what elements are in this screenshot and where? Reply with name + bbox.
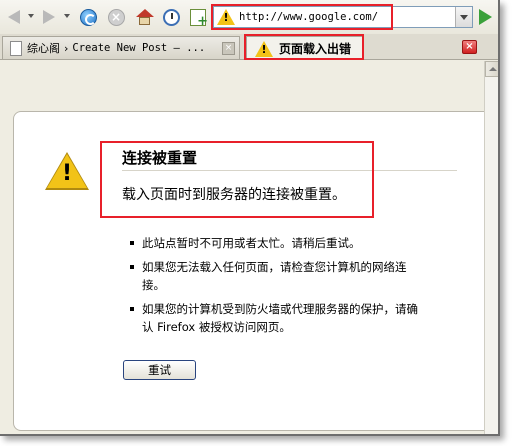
retry-button[interactable]: 重试: [123, 360, 196, 380]
reload-icon: [79, 8, 97, 26]
tab-close-icon[interactable]: ×: [222, 42, 235, 55]
forward-history-dropdown[interactable]: [64, 14, 70, 18]
forward-button[interactable]: [39, 7, 59, 27]
home-button[interactable]: [134, 7, 154, 27]
forward-arrow-icon: [43, 10, 55, 24]
new-tab-button[interactable]: [188, 7, 208, 29]
tab-label-site: 综心阁: [27, 42, 60, 55]
clock-icon: [162, 8, 180, 26]
reload-button[interactable]: [78, 7, 98, 27]
page-icon: [10, 40, 22, 56]
home-icon: [135, 9, 154, 25]
list-item: 如果您的计算机受到防火墙或代理服务器的保护，请确认 Firefox 被授权访问网…: [128, 300, 418, 336]
go-arrow-icon[interactable]: [479, 9, 492, 25]
tab-create-new-post[interactable]: 综心阁 › Create New Post — ... ×: [2, 36, 240, 59]
url-highlight-box: [211, 4, 393, 30]
vertical-scrollbar[interactable]: [484, 61, 498, 434]
suggestion-list: 此站点暂时不可用或者太忙。请稍后重试。 如果您无法载入任何页面，请检查您计算机的…: [128, 234, 418, 342]
url-history-dropdown[interactable]: [455, 7, 472, 27]
tab-label-title: Create New Post — ...: [72, 42, 206, 54]
back-arrow-icon: [8, 10, 20, 24]
scroll-up-icon[interactable]: [485, 61, 498, 77]
stop-icon: ×: [107, 8, 125, 26]
list-item: 如果您无法载入任何页面，请检查您计算机的网络连接。: [128, 258, 418, 294]
back-history-dropdown[interactable]: [28, 14, 34, 18]
tab-highlight-box: [244, 34, 364, 60]
error-message-highlight-box: [100, 141, 374, 218]
back-button[interactable]: [4, 7, 24, 27]
tab-label-separator: ›: [64, 41, 69, 55]
large-warning-icon: !: [45, 152, 89, 190]
add-page-icon: [190, 8, 208, 29]
close-tab-icon[interactable]: ×: [462, 40, 477, 54]
browser-window: × ! http://www.google.com/ 综心阁 › Create …: [0, 0, 500, 436]
history-button[interactable]: [161, 7, 181, 27]
stop-button[interactable]: ×: [106, 7, 126, 27]
list-item: 此站点暂时不可用或者太忙。请稍后重试。: [128, 234, 418, 252]
